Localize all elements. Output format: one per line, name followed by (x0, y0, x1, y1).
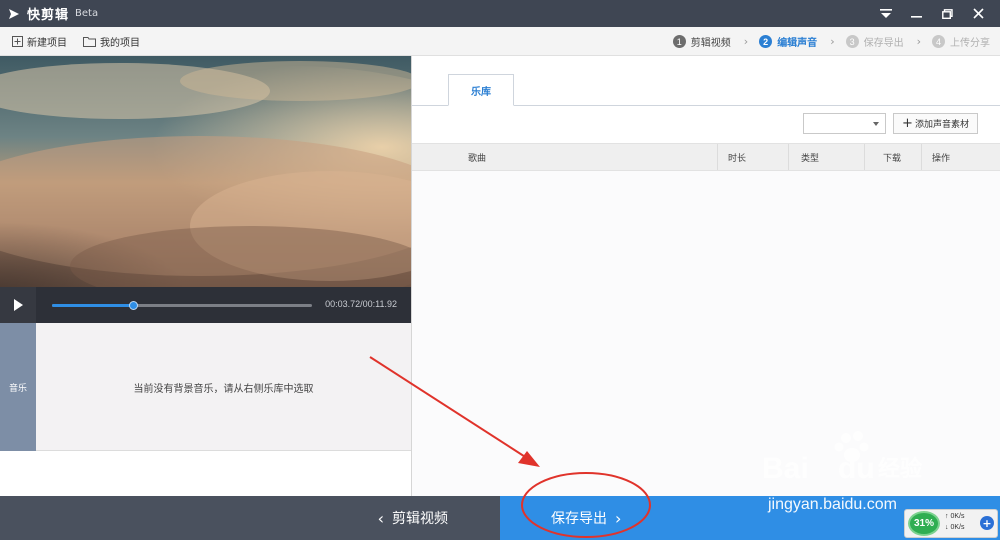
plus-icon[interactable]: + (980, 516, 994, 530)
new-project-label: 新建项目 (27, 37, 67, 49)
step-1[interactable]: 1 剪辑视频 (672, 34, 731, 49)
column-download[interactable]: 下载 (883, 144, 901, 170)
toolbar: 新建项目 我的项目 1 剪辑视频 › 2 编辑声音 › 3 保存导出 › 4 上… (0, 27, 1000, 56)
step-2-number: 2 (759, 35, 773, 48)
player-controls: 00:03.72/00:11.92 (0, 287, 411, 323)
step-1-label: 剪辑视频 (690, 38, 731, 49)
step-1-number: 1 (672, 35, 686, 48)
music-empty-message: 当前没有背景音乐，请从右侧乐库中选取 (133, 383, 314, 395)
new-project-icon (12, 35, 23, 47)
library-table-body (412, 171, 1000, 496)
step-3-number: 3 (845, 35, 859, 48)
close-icon[interactable] (963, 0, 994, 27)
download-speed-value: 0K/s (950, 524, 965, 531)
step-3-label: 保存导出 (863, 38, 904, 49)
add-sound-label: 添加声音素材 (914, 120, 969, 130)
window-controls (870, 0, 994, 27)
library-filter-row: + 添加声音素材 (412, 107, 1000, 143)
progress-slider[interactable] (52, 301, 312, 310)
library-table-header: 歌曲 时长 类型 下载 操作 (412, 143, 1000, 171)
play-button[interactable] (0, 287, 36, 323)
column-divider (717, 144, 718, 170)
left-panel-blank (0, 451, 411, 496)
progress-handle[interactable] (128, 301, 138, 310)
column-action[interactable]: 操作 (932, 144, 950, 170)
back-button-label: 剪辑视频 (392, 511, 448, 527)
step-4[interactable]: 4 上传分享 (932, 34, 990, 49)
music-track: 音乐 当前没有背景音乐，请从右侧乐库中选取 (0, 323, 411, 451)
tab-music-library[interactable]: 乐库 (448, 74, 514, 106)
upload-speed-value: 0K/s (950, 513, 965, 520)
next-button-label: 保存导出 (551, 511, 607, 527)
step-4-number: 4 (932, 35, 945, 48)
time-readout: 00:03.72/00:11.92 (325, 299, 397, 309)
library-tabs: 乐库 (412, 56, 1000, 106)
title-bar: 快剪辑 Beta (0, 0, 1000, 27)
step-4-label: 上传分享 (950, 38, 990, 49)
back-edit-video-button[interactable]: ‹ 剪辑视频 (0, 496, 500, 540)
plus-icon: + (902, 116, 913, 131)
step-progress: 1 剪辑视频 › 2 编辑声音 › 3 保存导出 › 4 上传分享 (672, 27, 990, 56)
minimize-icon[interactable] (901, 0, 932, 27)
category-dropdown[interactable] (803, 113, 886, 134)
chevron-down-icon (873, 122, 879, 126)
folder-icon (83, 36, 96, 47)
progress-fill (52, 304, 133, 307)
chevron-right-icon: › (916, 35, 921, 48)
step-2-label: 编辑声音 (777, 38, 818, 49)
column-divider (864, 144, 865, 170)
step-3[interactable]: 3 保存导出 (845, 34, 904, 49)
music-track-label: 音乐 (0, 323, 36, 451)
chevron-right-icon: › (830, 35, 835, 48)
step-2[interactable]: 2 编辑声音 (759, 34, 817, 49)
menu-dropdown-icon[interactable] (870, 0, 901, 27)
column-divider (921, 144, 922, 170)
beta-label: Beta (75, 8, 99, 19)
app-name: 快剪辑 (27, 8, 70, 23)
network-speed-widget[interactable]: 31% ↑ 0K/s ↓ 0K/s + (904, 509, 998, 538)
chevron-left-icon: ‹ (377, 508, 384, 528)
column-duration[interactable]: 时长 (728, 144, 746, 170)
music-library-panel: 乐库 + 添加声音素材 歌曲 时长 类型 下载 操作 (412, 56, 1000, 496)
bottom-nav: ‹ 剪辑视频 保存导出 › (0, 496, 1000, 540)
maximize-icon[interactable] (932, 0, 963, 27)
app-logo-icon (9, 8, 19, 19)
video-frame-image (0, 56, 411, 287)
play-icon (14, 299, 23, 311)
chevron-right-icon: › (615, 508, 622, 528)
column-type[interactable]: 类型 (801, 144, 819, 170)
my-projects-button[interactable]: 我的项目 (83, 34, 140, 49)
my-projects-label: 我的项目 (100, 37, 140, 49)
column-song[interactable]: 歌曲 (468, 144, 486, 170)
network-percent-badge: 31% (908, 511, 940, 536)
new-project-button[interactable]: 新建项目 (12, 34, 67, 49)
add-sound-button[interactable]: + 添加声音素材 (893, 113, 978, 134)
download-speed: ↓ 0K/s (945, 524, 965, 531)
chevron-right-icon: › (743, 35, 749, 48)
video-preview (0, 56, 411, 287)
column-divider (788, 144, 789, 170)
upload-speed: ↑ 0K/s (945, 513, 965, 520)
